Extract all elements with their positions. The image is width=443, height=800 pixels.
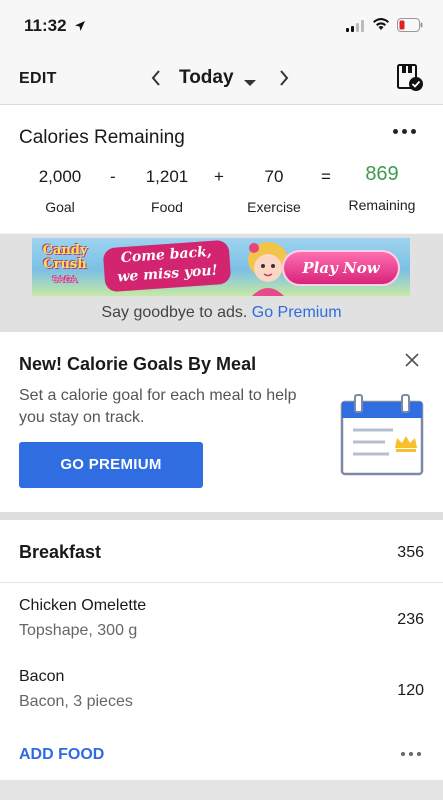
food-calories: 120 bbox=[397, 682, 424, 699]
calories-remaining-card: Calories Remaining 2,000 Goal - 1,201 Fo… bbox=[0, 105, 443, 233]
ad-headline: Come back, we miss you! bbox=[102, 239, 232, 293]
close-icon[interactable] bbox=[405, 353, 419, 372]
promo-description: Set a calorie goal for each meal to help… bbox=[19, 387, 297, 426]
remaining-column: 869 Remaining bbox=[344, 163, 420, 213]
battery-icon bbox=[397, 18, 423, 37]
ad-removal-note: Say goodbye to ads. Go Premium bbox=[0, 304, 443, 322]
food-description: Topshape, 300 g bbox=[19, 622, 138, 639]
plus-operator: + bbox=[214, 167, 224, 186]
ad-area: Candy Crush SAGA Come back, we miss you!… bbox=[0, 234, 443, 332]
go-premium-link[interactable]: Go Premium bbox=[252, 304, 342, 321]
cellular-signal-icon bbox=[346, 19, 366, 37]
go-premium-button[interactable]: GO PREMIUM bbox=[19, 442, 203, 488]
remaining-label: Remaining bbox=[348, 197, 416, 213]
previous-day-button[interactable] bbox=[150, 68, 162, 93]
ad-note-text: Say goodbye to ads. bbox=[101, 304, 248, 321]
equals-operator: = bbox=[321, 167, 331, 186]
more-options-icon[interactable] bbox=[393, 129, 416, 134]
status-time: 11:32 bbox=[24, 16, 67, 35]
ad-play-now-button[interactable]: Play Now bbox=[282, 250, 400, 286]
minus-operator: - bbox=[110, 167, 116, 186]
ad-logo-line2: Crush bbox=[43, 257, 87, 272]
food-description: Bacon, 3 pieces bbox=[19, 693, 133, 710]
wifi-icon bbox=[372, 17, 390, 36]
exercise-label: Exercise bbox=[247, 199, 301, 215]
promo-card: New! Calorie Goals By Meal Set a calorie… bbox=[0, 332, 443, 512]
breakfast-card: Breakfast 356 Chicken Omelette Topshape,… bbox=[0, 520, 443, 780]
food-name: Chicken Omelette bbox=[19, 597, 147, 614]
date-title[interactable]: Today bbox=[179, 67, 234, 89]
food-calories: 236 bbox=[397, 611, 424, 628]
food-column: 1,201 Food bbox=[137, 167, 197, 215]
next-day-button[interactable] bbox=[278, 68, 290, 93]
meal-more-options-icon[interactable] bbox=[401, 752, 421, 756]
add-food-button[interactable]: ADD FOOD bbox=[19, 746, 104, 764]
divider bbox=[0, 582, 443, 583]
ad-logo: Candy Crush SAGA bbox=[34, 244, 96, 292]
meal-total-calories: 356 bbox=[397, 544, 424, 561]
goal-column: 2,000 Goal bbox=[30, 167, 90, 215]
date-dropdown-icon[interactable] bbox=[243, 74, 257, 92]
ad-headline-line2: we miss you! bbox=[116, 262, 219, 286]
calendar-crown-icon bbox=[339, 394, 425, 481]
food-name: Bacon bbox=[19, 668, 65, 685]
ad-logo-line1: Candy bbox=[42, 243, 88, 258]
edit-button[interactable]: EDIT bbox=[19, 70, 57, 88]
goal-label: Goal bbox=[45, 199, 75, 215]
calories-remaining-title: Calories Remaining bbox=[19, 127, 185, 148]
exercise-value: 70 bbox=[264, 167, 284, 186]
nav-bar: EDIT Today bbox=[0, 52, 443, 105]
goal-value: 2,000 bbox=[38, 167, 82, 186]
exercise-column: 70 Exercise bbox=[240, 167, 308, 215]
ad-logo-line3: SAGA bbox=[52, 274, 78, 284]
food-value: 1,201 bbox=[145, 167, 189, 186]
diary-complete-icon[interactable] bbox=[397, 64, 425, 97]
promo-title: New! Calorie Goals By Meal bbox=[19, 354, 257, 374]
location-arrow-icon bbox=[74, 19, 86, 37]
meal-title: Breakfast bbox=[19, 542, 102, 562]
status-bar: 11:32 bbox=[0, 0, 443, 52]
ad-banner[interactable]: Candy Crush SAGA Come back, we miss you!… bbox=[32, 238, 410, 296]
remaining-value: 869 bbox=[365, 163, 399, 185]
section-gap bbox=[0, 512, 443, 520]
food-label: Food bbox=[151, 199, 183, 215]
section-gap bbox=[0, 780, 443, 800]
